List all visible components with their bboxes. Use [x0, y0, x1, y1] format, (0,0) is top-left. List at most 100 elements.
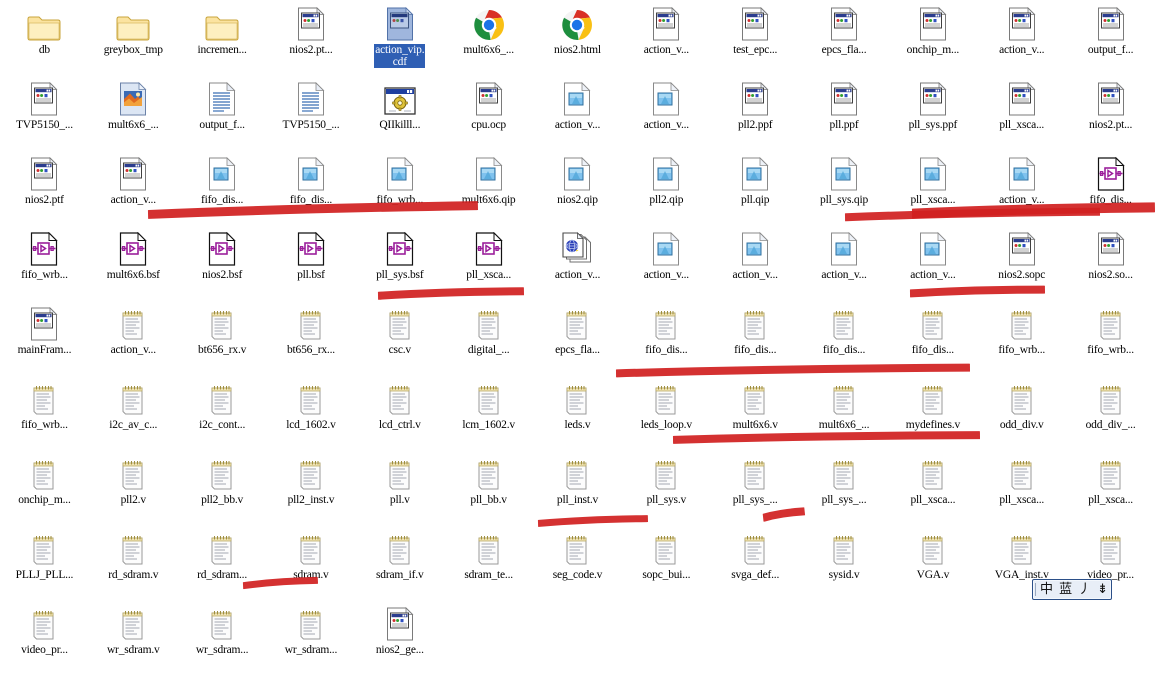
file-item[interactable]: nios2.html: [533, 0, 622, 75]
file-item[interactable]: action_v...: [711, 225, 800, 300]
file-item[interactable]: PLLJ_PLL...: [0, 525, 89, 600]
file-item[interactable]: TVP5150_...: [267, 75, 356, 150]
file-item[interactable]: mult6x6.v: [711, 375, 800, 450]
file-item[interactable]: output_f...: [1066, 0, 1155, 75]
file-item[interactable]: lcd_1602.v: [267, 375, 356, 450]
file-item[interactable]: pll_inst.v: [533, 450, 622, 525]
ime-item-3[interactable]: ⇟: [1094, 582, 1111, 598]
file-item[interactable]: bt656_rx...: [267, 300, 356, 375]
file-item[interactable]: action_vip. cdf: [355, 0, 444, 75]
file-item[interactable]: sdram_te...: [444, 525, 533, 600]
file-item[interactable]: mult6x6.bsf: [89, 225, 178, 300]
file-item[interactable]: nios2.sopc: [977, 225, 1066, 300]
file-item[interactable]: lcd_ctrl.v: [355, 375, 444, 450]
file-item[interactable]: onchip_m...: [888, 0, 977, 75]
file-item[interactable]: nios2.bsf: [178, 225, 267, 300]
file-item[interactable]: nios2.pt...: [1066, 75, 1155, 150]
file-item[interactable]: sdram_if.v: [355, 525, 444, 600]
file-item[interactable]: pll.bsf: [267, 225, 356, 300]
file-item[interactable]: nios2_ge...: [355, 600, 444, 675]
file-item[interactable]: pll_xsca...: [977, 75, 1066, 150]
file-item[interactable]: pll_xsca...: [888, 150, 977, 225]
file-item[interactable]: mainFram...: [0, 300, 89, 375]
file-item[interactable]: mult6x6_...: [444, 0, 533, 75]
file-item[interactable]: TVP5150_...: [0, 75, 89, 150]
file-item[interactable]: wr_sdram...: [178, 600, 267, 675]
file-item[interactable]: nios2.pt...: [267, 0, 356, 75]
file-item[interactable]: fifo_dis...: [622, 300, 711, 375]
file-item[interactable]: VGA.v: [888, 525, 977, 600]
file-item[interactable]: digital_...: [444, 300, 533, 375]
file-item[interactable]: odd_div_...: [1066, 375, 1155, 450]
file-item[interactable]: pll_sys.bsf: [355, 225, 444, 300]
file-item[interactable]: sysid.v: [800, 525, 889, 600]
file-item[interactable]: action_v...: [622, 75, 711, 150]
file-item[interactable]: epcs_fla...: [800, 0, 889, 75]
file-item[interactable]: action_v...: [89, 150, 178, 225]
file-icon-grid[interactable]: db greybox_tmp incremen... nios2.pt... a…: [0, 0, 1155, 656]
ime-item-0[interactable]: 中: [1037, 582, 1056, 598]
file-item[interactable]: rd_sdram.v: [89, 525, 178, 600]
file-item[interactable]: fifo_wrb...: [355, 150, 444, 225]
file-item[interactable]: pll_sys_...: [711, 450, 800, 525]
file-item[interactable]: i2c_cont...: [178, 375, 267, 450]
file-item[interactable]: pll.v: [355, 450, 444, 525]
file-item[interactable]: nios2.so...: [1066, 225, 1155, 300]
file-item[interactable]: pll_sys_...: [800, 450, 889, 525]
file-item[interactable]: wr_sdram.v: [89, 600, 178, 675]
file-item[interactable]: action_v...: [89, 300, 178, 375]
file-item[interactable]: fifo_dis...: [888, 300, 977, 375]
file-item[interactable]: fifo_dis...: [800, 300, 889, 375]
file-item[interactable]: csc.v: [355, 300, 444, 375]
file-item[interactable]: leds_loop.v: [622, 375, 711, 450]
ime-item-1[interactable]: 蓝: [1056, 582, 1075, 598]
file-item[interactable]: video_pr...: [0, 600, 89, 675]
file-item[interactable]: mult6x6_...: [800, 375, 889, 450]
file-item[interactable]: bt656_rx.v: [178, 300, 267, 375]
file-item[interactable]: pll2_bb.v: [178, 450, 267, 525]
file-item[interactable]: fifo_dis...: [178, 150, 267, 225]
file-item[interactable]: svga_def...: [711, 525, 800, 600]
file-item[interactable]: action_v...: [533, 75, 622, 150]
file-item[interactable]: rd_sdram...: [178, 525, 267, 600]
file-item[interactable]: pll_sys.qip: [800, 150, 889, 225]
file-item[interactable]: fifo_wrb...: [0, 225, 89, 300]
file-item[interactable]: fifo_dis...: [1066, 150, 1155, 225]
file-item[interactable]: fifo_dis...: [267, 150, 356, 225]
file-item[interactable]: pll_xsca...: [888, 450, 977, 525]
file-item[interactable]: action_v...: [977, 150, 1066, 225]
file-item[interactable]: fifo_dis...: [711, 300, 800, 375]
file-item[interactable]: action_v...: [533, 225, 622, 300]
file-item[interactable]: sopc_bui...: [622, 525, 711, 600]
chinese-language-bar[interactable]: 中 蓝 丿 ⇟: [1032, 579, 1112, 600]
file-item[interactable]: mult6x6.qip: [444, 150, 533, 225]
file-item[interactable]: onchip_m...: [0, 450, 89, 525]
file-item[interactable]: pll.qip: [711, 150, 800, 225]
file-item[interactable]: wr_sdram...: [267, 600, 356, 675]
file-item[interactable]: i2c_av_c...: [89, 375, 178, 450]
file-item[interactable]: action_v...: [622, 225, 711, 300]
file-item[interactable]: nios2.qip: [533, 150, 622, 225]
file-item[interactable]: action_v...: [888, 225, 977, 300]
file-item[interactable]: pll_xsca...: [444, 225, 533, 300]
file-item[interactable]: epcs_fla...: [533, 300, 622, 375]
file-item[interactable]: pll2.v: [89, 450, 178, 525]
file-item[interactable]: lcm_1602.v: [444, 375, 533, 450]
file-item[interactable]: mydefines.v: [888, 375, 977, 450]
file-item[interactable]: seg_code.v: [533, 525, 622, 600]
file-item[interactable]: pll_sys.v: [622, 450, 711, 525]
file-item[interactable]: nios2.ptf: [0, 150, 89, 225]
file-item[interactable]: pll_sys.ppf: [888, 75, 977, 150]
file-item[interactable]: pll_xsca...: [977, 450, 1066, 525]
file-item[interactable]: sdram.v: [267, 525, 356, 600]
file-item[interactable]: greybox_tmp: [89, 0, 178, 75]
file-item[interactable]: odd_div.v: [977, 375, 1066, 450]
file-item[interactable]: pll_xsca...: [1066, 450, 1155, 525]
file-item[interactable]: pll2.ppf: [711, 75, 800, 150]
file-item[interactable]: incremen...: [178, 0, 267, 75]
ime-item-2[interactable]: 丿: [1075, 582, 1094, 598]
file-item[interactable]: leds.v: [533, 375, 622, 450]
file-item[interactable]: output_f...: [178, 75, 267, 150]
file-item[interactable]: QIIkilll...: [355, 75, 444, 150]
file-item[interactable]: pll.ppf: [800, 75, 889, 150]
